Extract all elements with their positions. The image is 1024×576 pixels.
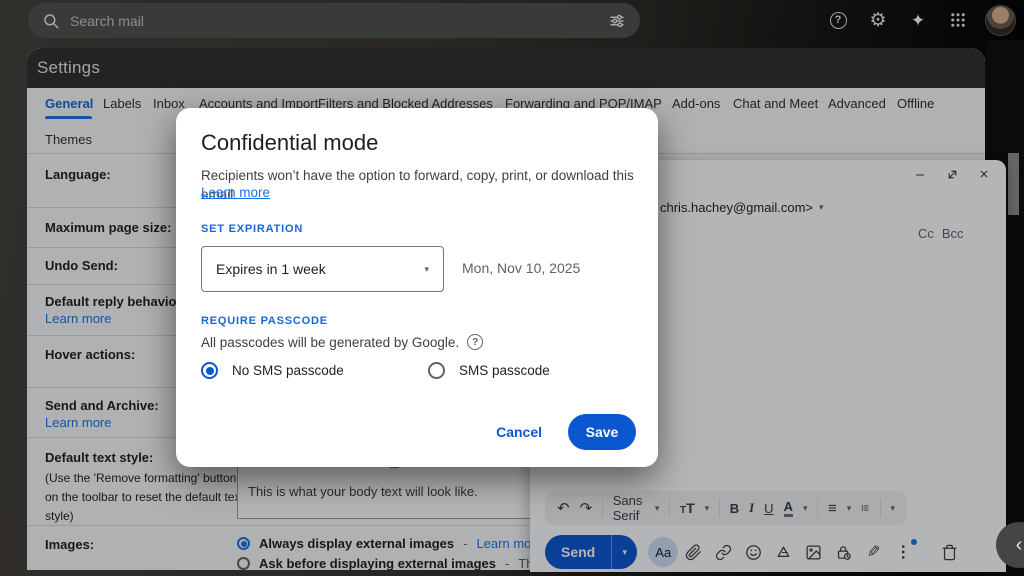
expiration-date: Mon, Nov 10, 2025 [462,260,580,276]
expiration-select[interactable]: Expires in 1 week ▾ [201,246,444,292]
help-icon[interactable]: ? [467,334,483,350]
radio-unselected-icon [428,362,445,379]
radio-sms-passcode[interactable]: SMS passcode [428,362,550,379]
screen: ? ⚙ ✦ Settings General Labels Inbox Acco… [0,0,1024,576]
dialog-title: Confidential mode [201,130,378,156]
chevron-down-icon: ▾ [424,264,429,275]
radio-no-sms-passcode[interactable]: No SMS passcode [201,362,344,379]
cancel-button[interactable]: Cancel [496,424,542,440]
radio-selected-icon [201,362,218,379]
confidential-mode-dialog: Confidential mode Recipients won’t have … [176,108,658,467]
save-button[interactable]: Save [568,414,636,450]
dialog-actions: Cancel Save [496,414,636,450]
set-expiration-label: SET EXPIRATION [201,223,303,235]
learn-more-link[interactable]: Learn more [201,185,270,200]
require-passcode-label: REQUIRE PASSCODE [201,315,328,327]
passcode-note: All passcodes will be generated by Googl… [201,334,483,350]
